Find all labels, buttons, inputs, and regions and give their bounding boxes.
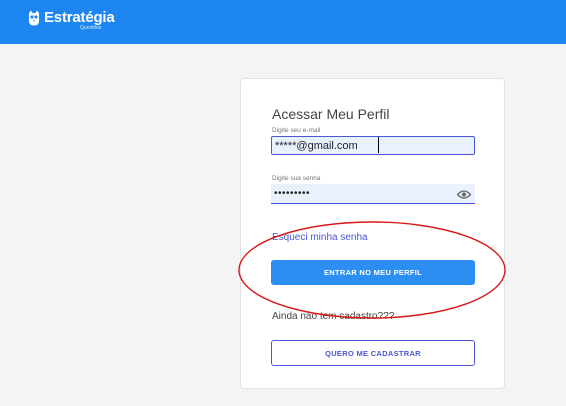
owl-icon <box>29 10 39 26</box>
brand-subtitle: Questões <box>80 25 102 31</box>
text-cursor <box>378 137 379 153</box>
login-title: Acessar Meu Perfil <box>272 106 390 122</box>
login-card: Acessar Meu Perfil Digite seu e-mail Dig… <box>240 78 505 389</box>
no-account-text: Ainda não tem cadastro??? <box>272 311 395 322</box>
forgot-password-link[interactable]: Esqueci minha senha <box>272 232 368 243</box>
top-bar: Estratégia Questões <box>0 0 566 44</box>
password-field[interactable] <box>271 184 475 204</box>
email-label: Digite seu e-mail <box>272 127 321 134</box>
brand-name: Estratégia <box>44 9 115 26</box>
email-field[interactable] <box>271 136 475 155</box>
password-label: Digite sua senha <box>272 175 321 182</box>
register-button[interactable]: QUERO ME CADASTRAR <box>271 340 475 366</box>
brand-logo[interactable]: Estratégia Questões <box>27 9 127 35</box>
login-button[interactable]: ENTRAR NO MEU PERFIL <box>271 260 475 285</box>
eye-icon[interactable] <box>457 190 471 199</box>
